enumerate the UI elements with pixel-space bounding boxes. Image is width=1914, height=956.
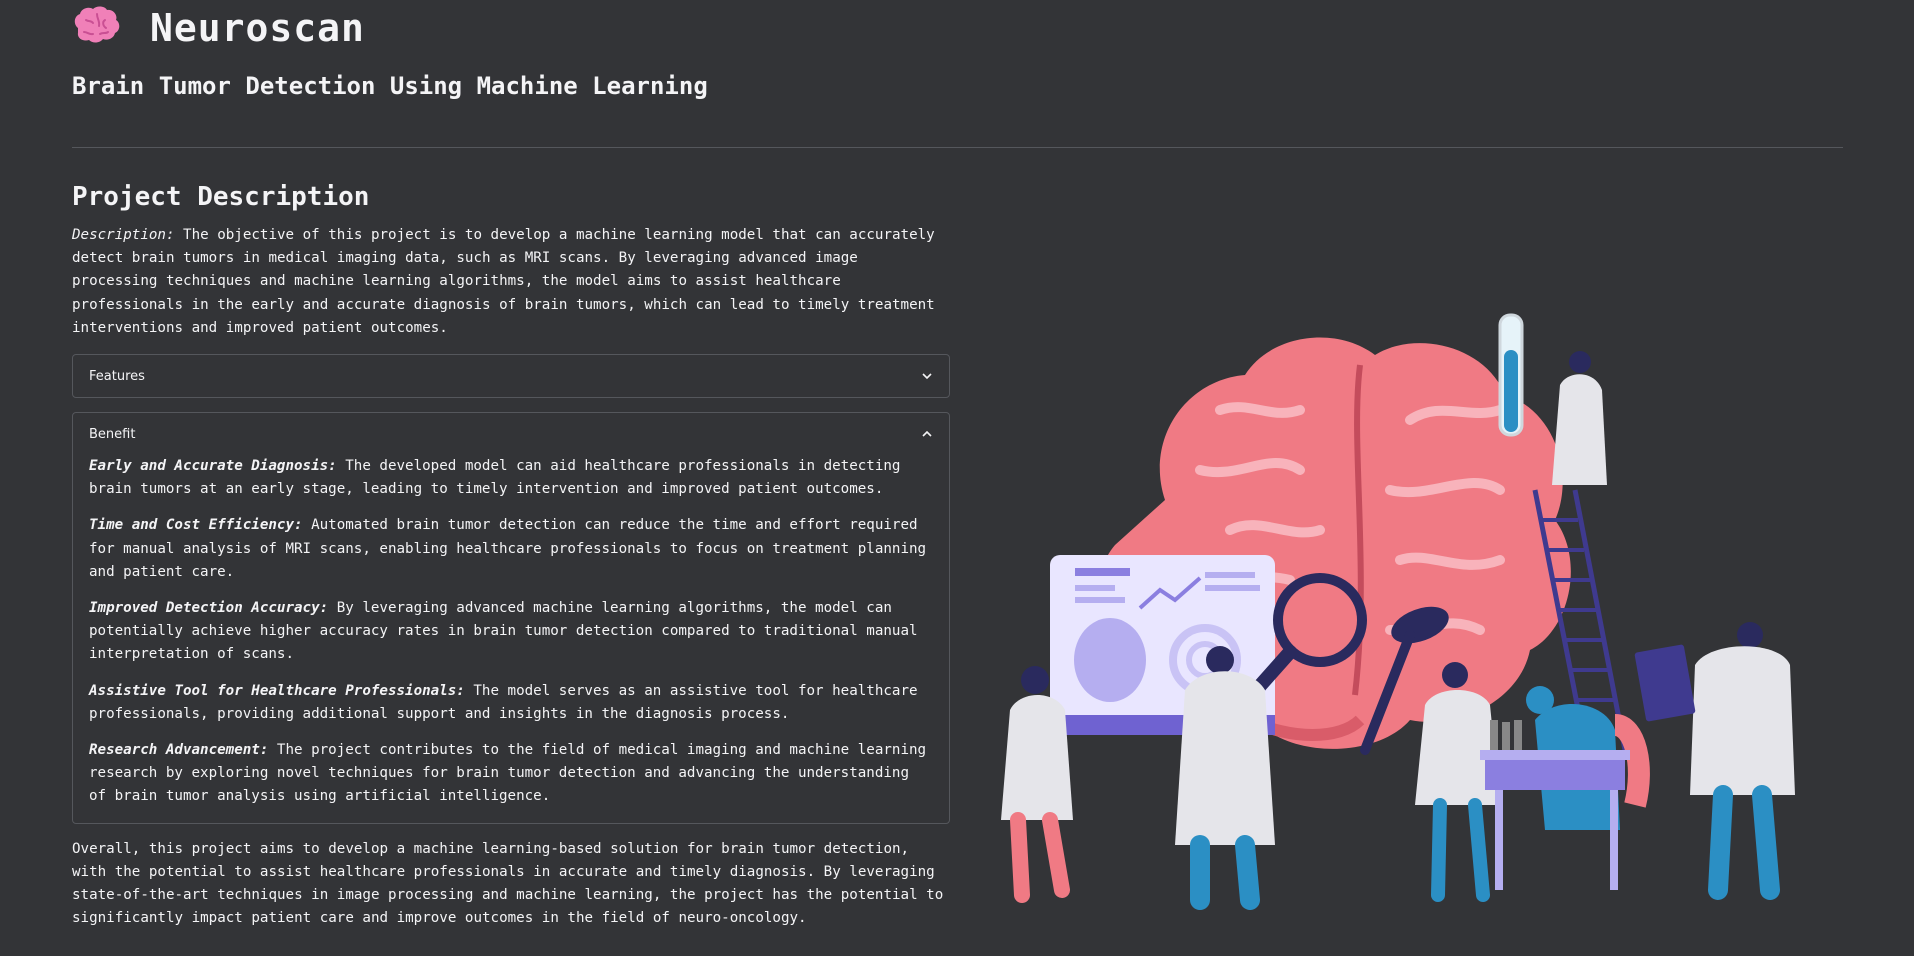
brain-research-illustration (1001, 313, 1795, 910)
benefit-item: Improved Detection Accuracy: By leveragi… (89, 597, 933, 667)
benefit-label: Benefit (89, 426, 136, 442)
benefit-expander: Benefit Early and Accurate Diagnosis: Th… (72, 412, 950, 824)
description-text: The objective of this project is to deve… (72, 227, 935, 336)
benefit-item: Time and Cost Efficiency: Automated brai… (89, 514, 933, 584)
app-title: Neuroscan (150, 6, 365, 50)
benefit-item-title: Early and Accurate Diagnosis: (89, 458, 337, 475)
benefit-expander-header[interactable]: Benefit (73, 413, 949, 455)
features-expander-header[interactable]: Features (73, 355, 949, 397)
description-paragraph: Description: The objective of this proje… (72, 224, 950, 340)
description-label: Description: (72, 227, 175, 243)
page-subtitle: Brain Tumor Detection Using Machine Lear… (72, 72, 708, 100)
brain-emoji-icon (74, 6, 120, 43)
features-label: Features (89, 368, 145, 384)
benefit-item-title: Improved Detection Accuracy: (89, 600, 329, 617)
chevron-down-icon (922, 373, 932, 380)
header: Neuroscan (72, 0, 365, 56)
benefit-item-title: Time and Cost Efficiency: (89, 517, 303, 534)
benefit-content: Early and Accurate Diagnosis: The develo… (73, 455, 949, 823)
divider (72, 147, 1843, 148)
overall-paragraph: Overall, this project aims to develop a … (72, 840, 944, 927)
benefit-item-title: Research Advancement: (89, 742, 269, 759)
features-expander: Features (72, 354, 950, 399)
main-content: Project Description Description: The obj… (72, 182, 950, 930)
section-heading: Project Description (72, 182, 370, 212)
benefit-item: Research Advancement: The project contri… (89, 739, 933, 809)
benefit-item: Assistive Tool for Healthcare Profession… (89, 680, 933, 726)
chevron-up-icon (922, 430, 932, 437)
benefit-item-title: Assistive Tool for Healthcare Profession… (89, 682, 465, 699)
benefit-item: Early and Accurate Diagnosis: The develo… (89, 455, 933, 501)
